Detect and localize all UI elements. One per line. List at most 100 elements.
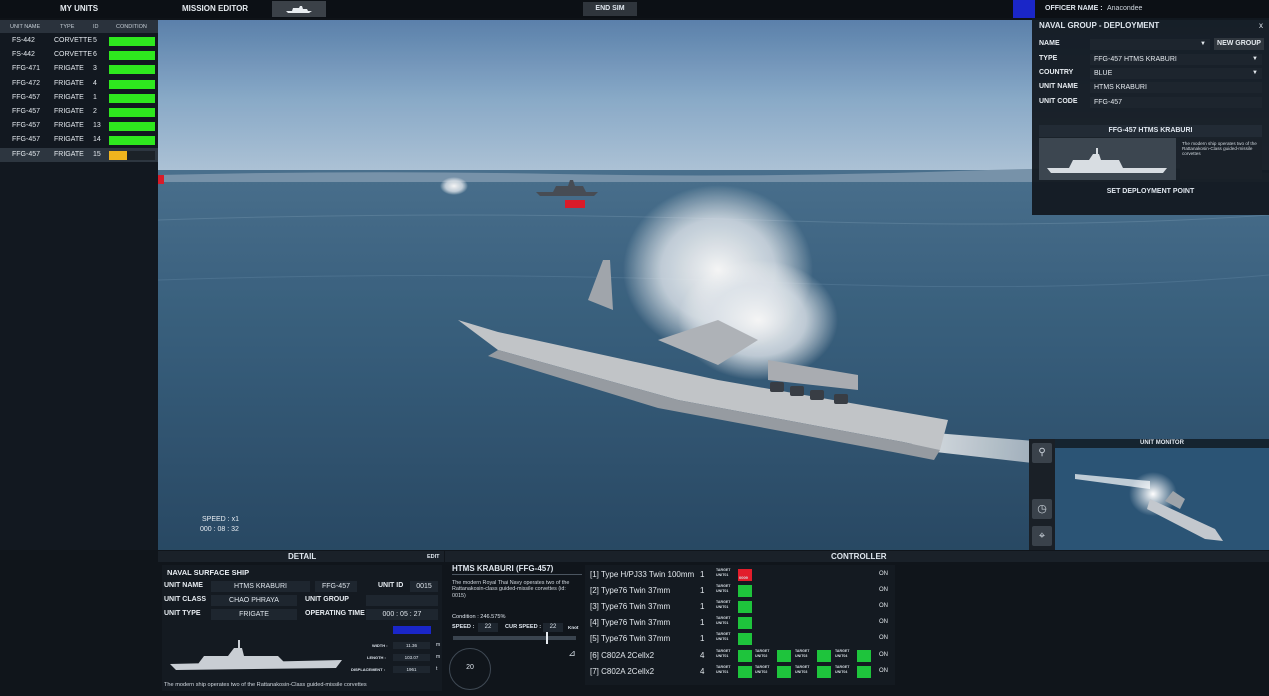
- weapon-qty: 1: [700, 618, 705, 627]
- weapon-status-toggle[interactable]: ON: [879, 648, 888, 663]
- unit-type: CORVETTE: [54, 51, 92, 59]
- condition-fill: [109, 93, 155, 103]
- weapon-row[interactable]: [7] C802A 2Cellx2 4 TARGET UNIT01 TARGET UN…: [0, 664, 895, 679]
- weapon-name: [5] Type76 Twin 37mm: [590, 634, 671, 643]
- weapon-row[interactable]: [3] Type76 Twin 37mm 1 TARGET UNIT01 ON: [0, 599, 895, 614]
- new-group-button[interactable]: NEW GROUP: [1214, 38, 1264, 50]
- weapon-row[interactable]: [1] Type H/PJ33 Twin 100mm 1 TARGET UNIT01…: [0, 567, 895, 582]
- map-pin-icon[interactable]: ⚲: [1032, 443, 1052, 463]
- condition-fill: [109, 136, 155, 146]
- target-slot[interactable]: TARGET UNIT03: [795, 665, 831, 678]
- target-slot[interactable]: TARGET UNIT04: [835, 665, 871, 678]
- condition-bar: [109, 136, 155, 146]
- unit-name-field[interactable]: HTMS KRABURI: [1090, 82, 1262, 93]
- weapon-status-toggle[interactable]: ON: [879, 583, 888, 598]
- target-ready-indicator: [738, 633, 752, 645]
- weapon-status-toggle[interactable]: ON: [879, 631, 888, 646]
- end-sim-button[interactable]: END SIM: [583, 2, 637, 16]
- mission-editor-tab[interactable]: MISSION EDITOR: [182, 0, 248, 18]
- unit-id: 14: [93, 136, 101, 144]
- target-slot[interactable]: TARGET UNIT01: [716, 600, 752, 613]
- weapon-status-toggle[interactable]: ON: [879, 599, 888, 614]
- target-ready-indicator: [857, 650, 871, 662]
- unit-code-field[interactable]: FFG-457: [1090, 97, 1262, 108]
- group-name-select[interactable]: ▼: [1090, 39, 1210, 50]
- unit-monitor: UNIT MONITOR: [1055, 439, 1269, 550]
- weapon-row[interactable]: [5] Type76 Twin 37mm 1 TARGET UNIT01 ON: [0, 631, 895, 646]
- condition-fill: [109, 51, 155, 61]
- unit-row[interactable]: FFG-471 FRIGATE 3: [0, 62, 158, 76]
- target-slot[interactable]: TARGET UNIT01 0009: [716, 568, 752, 581]
- target-slot[interactable]: TARGET UNIT01: [716, 632, 752, 645]
- target-label: TARGET UNIT01: [716, 632, 731, 641]
- set-deployment-point-button[interactable]: SET DEPLOYMENT POINT: [1039, 186, 1262, 198]
- weapon-status-toggle[interactable]: ON: [879, 664, 888, 679]
- target-slot[interactable]: TARGET UNIT02: [755, 665, 791, 678]
- weapon-name: [2] Type76 Twin 37mm: [590, 586, 671, 595]
- close-icon[interactable]: x: [1259, 21, 1263, 30]
- target-slot[interactable]: TARGET UNIT02: [755, 649, 791, 662]
- target-ready-indicator: [738, 617, 752, 629]
- target-slot[interactable]: TARGET UNIT04: [835, 649, 871, 662]
- unit-row[interactable]: FFG-457 FRIGATE 1: [0, 91, 158, 105]
- unit-name: FFG-457: [12, 136, 41, 144]
- target-label: TARGET UNIT01: [716, 584, 731, 593]
- unit-name: FFG-457: [12, 150, 41, 158]
- unit-row[interactable]: FFG-457 FRIGATE 14: [0, 133, 158, 147]
- unit-table-header: UNIT NAME TYPE ID CONDITION: [0, 20, 158, 33]
- condition-fill: [109, 37, 155, 46]
- unit-type: FRIGATE: [54, 93, 84, 101]
- unit-row[interactable]: FS-442 CORVETTE 6: [0, 48, 158, 62]
- unit-name-label: UNIT NAME: [1039, 83, 1078, 90]
- weapon-qty: 1: [700, 586, 705, 595]
- target-slot[interactable]: TARGET UNIT01: [716, 584, 752, 597]
- my-units-tab[interactable]: MY UNITS: [60, 0, 98, 18]
- ship-icon: [286, 6, 312, 13]
- target-label: TARGET UNIT01: [716, 616, 731, 625]
- target-slot[interactable]: TARGET UNIT01: [716, 616, 752, 629]
- weapon-row[interactable]: [6] C802A 2Cellx2 4 TARGET UNIT01 TARGET UN…: [0, 648, 895, 663]
- country-label: COUNTRY: [1039, 69, 1074, 76]
- weapon-row[interactable]: [2] Type76 Twin 37mm 1 TARGET UNIT01 ON: [0, 583, 895, 598]
- unit-type: FRIGATE: [54, 150, 84, 158]
- target-label: TARGET UNIT01: [716, 600, 731, 609]
- target-label: TARGET UNIT03: [795, 649, 810, 658]
- target-label: TARGET UNIT04: [835, 649, 850, 658]
- ship-card-image: [1039, 138, 1176, 180]
- target-label: TARGET UNIT02: [755, 649, 770, 658]
- unit-id: 4: [93, 79, 97, 87]
- unit-row[interactable]: FFG-472 FRIGATE 4: [0, 77, 158, 91]
- condition-fill: [109, 150, 128, 160]
- ship-view-button[interactable]: [272, 1, 326, 17]
- weapon-row[interactable]: [4] Type76 Twin 37mm 1 TARGET UNIT01 ON: [0, 615, 895, 630]
- target-slot[interactable]: TARGET UNIT01: [716, 665, 752, 678]
- officer-name: Anacondee: [1107, 5, 1143, 12]
- controller-title: CONTROLLER: [831, 552, 887, 561]
- weapon-qty: 4: [700, 651, 705, 660]
- col-type: TYPE: [60, 24, 75, 30]
- crosshair-icon[interactable]: ⌖: [1032, 526, 1052, 546]
- weapon-name: [6] C802A 2Cellx2: [590, 651, 655, 660]
- unit-row[interactable]: FFG-457 FRIGATE 2: [0, 105, 158, 119]
- unit-row[interactable]: FS-442 CORVETTE 5: [0, 34, 158, 48]
- condition-bar: [109, 150, 155, 160]
- target-slot[interactable]: TARGET UNIT01: [716, 649, 752, 662]
- col-id: ID: [93, 24, 99, 30]
- target-slot[interactable]: TARGET UNIT03: [795, 649, 831, 662]
- country-select[interactable]: BLUE ▼: [1090, 68, 1262, 79]
- type-select[interactable]: FFG-457 HTMS KRABURI ▼: [1090, 54, 1262, 65]
- target-label: TARGET UNIT01: [716, 649, 731, 658]
- unit-type: FRIGATE: [54, 136, 84, 144]
- accent-block: [1013, 0, 1035, 18]
- ship-card-description: The modern ship operates two of the Ratt…: [1180, 139, 1262, 179]
- unit-name: FFG-457: [12, 108, 41, 115]
- unit-row[interactable]: FFG-457 FRIGATE 13: [0, 119, 158, 133]
- weapon-status-toggle[interactable]: ON: [879, 615, 888, 630]
- clock-icon[interactable]: ◷: [1032, 499, 1052, 519]
- type-label: TYPE: [1039, 55, 1058, 62]
- unit-row[interactable]: FFG-457 FRIGATE 15: [0, 147, 158, 162]
- weapon-status-toggle[interactable]: ON: [879, 567, 888, 582]
- unit-id: 3: [93, 65, 97, 73]
- edit-button[interactable]: EDIT: [427, 554, 440, 560]
- target-label: TARGET UNIT01: [716, 568, 731, 577]
